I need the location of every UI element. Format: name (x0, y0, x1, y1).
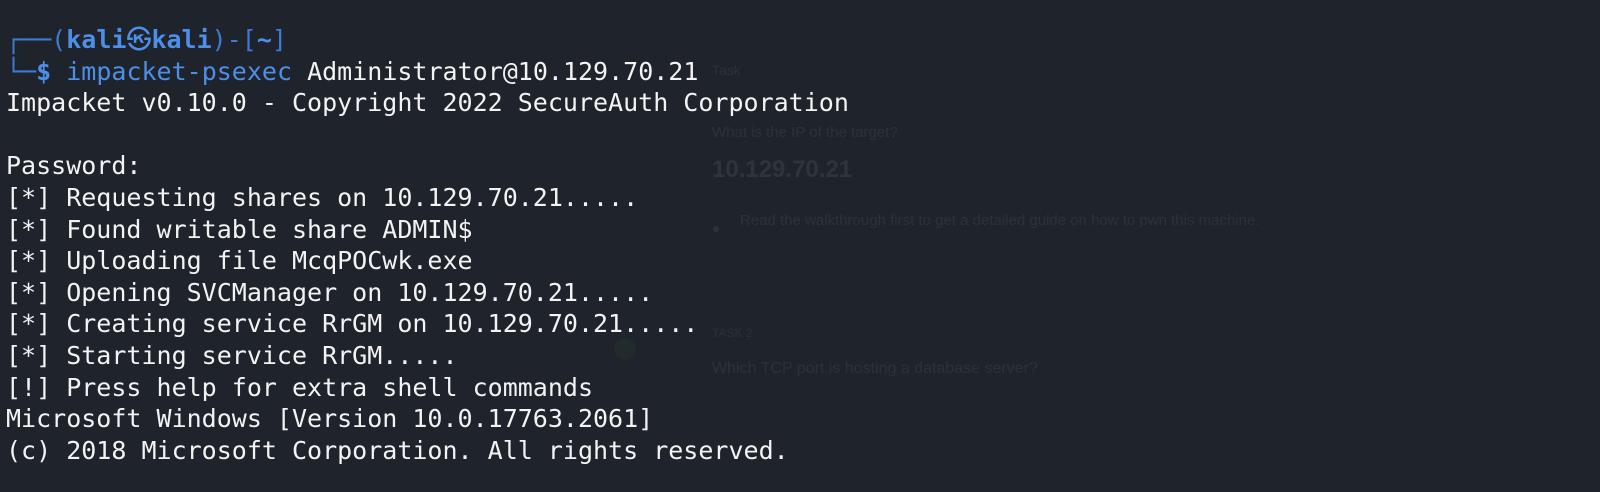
output-line: [*] Opening SVCManager on 10.129.70.21..… (6, 277, 654, 307)
output-line: Password: (6, 151, 142, 181)
prompt-dollar: $ (36, 56, 52, 86)
output-line: Impacket v0.10.0 - Copyright 2022 Secure… (6, 88, 849, 118)
output-line: [*] Starting service RrGM..... (6, 340, 458, 370)
prompt-dir: ~ (256, 25, 272, 54)
prompt-host: kali (151, 25, 212, 54)
prompt-frame-bottom: └─ (6, 56, 37, 86)
output-line: [*] Uploading file McqPOCwk.exe (6, 246, 473, 276)
output-line: [!] Press help for extra shell commands (6, 372, 593, 402)
output-line: [*] Creating service RrGM on 10.129.70.2… (6, 309, 699, 339)
prompt-frame-mid: )-[ (211, 25, 257, 54)
command-argument: Administrator@10.129.70.21 (307, 56, 699, 86)
output-line: [*] Requesting shares on 10.129.70.21...… (6, 182, 639, 212)
output-line: [*] Found writable share ADMIN$ (6, 214, 473, 244)
prompt-frame-close: ] (271, 25, 287, 54)
prompt-frame-open: ┌──( (6, 25, 67, 54)
terminal-window[interactable]: ┌──(kali㉿kali)-[~] └─$ impacket-psexec A… (0, 0, 1600, 492)
output-line: Microsoft Windows [Version 10.0.17763.20… (6, 404, 654, 434)
command-line[interactable]: └─$ impacket-psexec Administrator@10.129… (0, 56, 1600, 88)
prompt-user: kali (66, 25, 127, 54)
output-line: (c) 2018 Microsoft Corporation. All righ… (6, 435, 789, 465)
prompt-header: ┌──(kali㉿kali)-[~] (0, 24, 1600, 56)
at-symbol-icon: ㉿ (126, 25, 152, 54)
command-name: impacket-psexec (66, 56, 293, 86)
